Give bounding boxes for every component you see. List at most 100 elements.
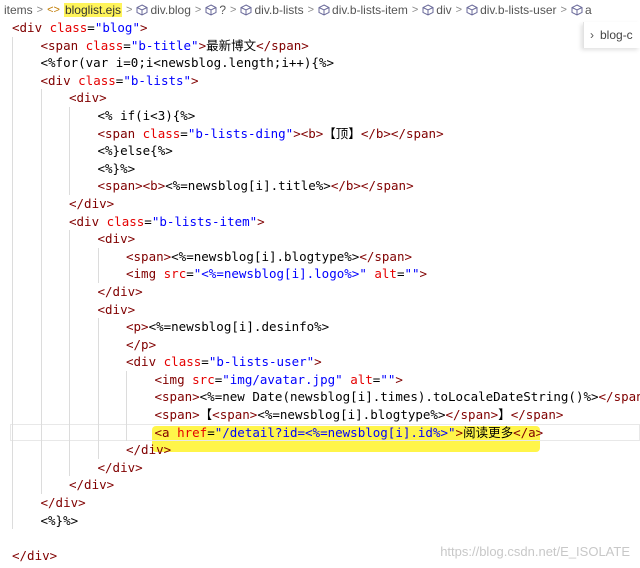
element-icon — [205, 3, 217, 16]
code-line[interactable]: <div class="b-lists-item"> — [0, 212, 640, 231]
indent-guide — [40, 177, 42, 195]
code-text: </p> — [126, 336, 156, 354]
code-token: <%=newsblog[i].blogtype%> — [257, 407, 446, 423]
code-line[interactable]: <%}else{%> — [0, 142, 640, 160]
indent-guide — [69, 265, 70, 283]
chevron-right-icon: > — [307, 3, 315, 16]
code-line[interactable]: <img src="<%=newsblog[i].logo%>" alt=""> — [0, 265, 640, 283]
code-token: <div> — [97, 231, 136, 247]
indent-guide — [126, 388, 127, 407]
code-line[interactable]: <div> — [0, 89, 640, 107]
code-line[interactable]: <img src="img/avatar.jpg" alt=""> — [0, 370, 640, 389]
indent-guide — [12, 318, 13, 336]
indent-guide — [40, 388, 42, 407]
code-line[interactable]: <span>【<span><%=newsblog[i].blogtype%></… — [0, 406, 640, 424]
code-line[interactable]: <span class="b-lists-ding"><b>【顶】</b></s… — [0, 124, 640, 143]
code-token: <%=newsblog[i].blogtype%> — [171, 248, 360, 264]
code-token: </span> — [598, 389, 640, 405]
code-line[interactable]: </div> — [0, 494, 640, 512]
element-icon — [571, 3, 583, 16]
indent-guide — [40, 476, 42, 495]
indent-guide — [12, 89, 13, 107]
code-text: <img src="img/avatar.jpg" alt=""> — [155, 371, 403, 389]
watermark: https://blog.csdn.net/E_ISOLATE — [440, 544, 630, 559]
code-line[interactable]: <span><b><%=newsblog[i].title%></b></spa… — [0, 177, 640, 195]
breadcrumb-item[interactable]: > div.b-lists-user — [452, 3, 557, 17]
code-text: </div> — [98, 459, 143, 477]
indent-guide — [40, 89, 42, 107]
breadcrumb-label: div.b-lists-user — [480, 2, 557, 17]
code-token: <b> — [300, 125, 324, 141]
indent-guide — [40, 406, 42, 424]
code-token: </div> — [12, 547, 58, 563]
code-line[interactable]: <div class="b-lists-user"> — [0, 353, 640, 371]
breadcrumb-item[interactable]: > div — [408, 3, 452, 17]
breadcrumb-label: ? — [219, 2, 227, 17]
code-line[interactable]: <p><%=newsblog[i].desinfo%> — [0, 318, 640, 336]
code-token: </span> — [256, 37, 309, 53]
code-editor[interactable]: <div class="blog"> <span class="b-title">… — [0, 19, 640, 564]
breadcrumb-item[interactable]: > <> bloglist.ejs — [33, 2, 122, 17]
code-line[interactable]: </p> — [0, 335, 640, 354]
breadcrumb-item[interactable]: > a — [557, 3, 592, 17]
chevron-right-icon: > — [194, 3, 202, 16]
indent-guide — [126, 423, 127, 442]
code-line[interactable]: <div class="blog"> — [0, 19, 640, 37]
code-text: <span class="b-title">最新博文</span> — [41, 37, 309, 55]
indent-guide — [12, 441, 13, 459]
code-line[interactable]: <% if(i<3){%> — [0, 106, 640, 125]
code-line[interactable]: </div> — [0, 194, 640, 213]
breadcrumb-item[interactable]: > div.b-lists-item — [304, 3, 408, 17]
indent-guide — [12, 511, 13, 530]
code-token: 最新博文 — [206, 37, 257, 53]
code-text: </div> — [41, 494, 86, 512]
breadcrumb-item[interactable]: >? — [191, 3, 226, 17]
code-line[interactable]: <div class="b-lists"> — [0, 71, 640, 90]
indent-guide — [69, 423, 70, 442]
code-token: <% if(i<3){%> — [97, 107, 196, 123]
code-line[interactable]: <%for(var i=0;i<newsblog.length;i++){%> — [0, 54, 640, 72]
code-line[interactable]: <%}%> — [0, 159, 640, 178]
code-line[interactable]: <span><%=new Date(newsblog[i].times).toL… — [0, 388, 640, 407]
code-token: <span — [97, 125, 143, 141]
chevron-right-icon: > — [230, 3, 237, 16]
code-line[interactable]: <a href="/detail?id=<%=newsblog[i].id%>"… — [0, 423, 640, 442]
indent-guide — [69, 353, 70, 371]
code-token: = — [144, 213, 152, 229]
code-line[interactable]: </div> — [0, 441, 640, 459]
indent-guide — [69, 441, 70, 459]
code-token: "<%=newsblog[i].logo%>" — [193, 266, 367, 282]
code-line[interactable]: </div> — [0, 458, 640, 477]
indent-guide — [69, 159, 70, 178]
code-text: <a href="/detail?id=<%=newsblog[i].id%>"… — [155, 424, 544, 442]
code-line[interactable]: </div> — [0, 282, 640, 301]
code-token: > — [257, 213, 265, 229]
indent-guide — [12, 282, 13, 301]
code-line[interactable]: <div> — [0, 300, 640, 319]
indent-guide — [97, 318, 99, 336]
breadcrumb-item[interactable]: > div.blog — [122, 3, 191, 17]
code-token: class — [163, 354, 202, 370]
indent-guide — [12, 353, 13, 371]
code-text: <p><%=newsblog[i].desinfo%> — [126, 318, 329, 336]
code-token: > — [455, 424, 464, 440]
code-text: <%}%> — [41, 512, 79, 530]
code-token: "img/avatar.jpg" — [222, 371, 343, 387]
code-line[interactable]: <span><%=newsblog[i].blogtype%></span> — [0, 247, 640, 266]
code-line[interactable]: </div> — [0, 476, 640, 495]
code-token: = — [186, 266, 194, 282]
breadcrumb-item[interactable]: > div.b-lists — [226, 3, 304, 17]
code-line[interactable]: <%}%> — [0, 511, 640, 530]
indent-guide — [40, 247, 42, 266]
code-token: <span> — [154, 389, 200, 405]
code-token: src — [192, 371, 215, 387]
breadcrumb-item[interactable]: items — [4, 3, 33, 17]
code-line[interactable]: <div> — [0, 230, 640, 248]
indent-guide — [12, 300, 13, 319]
code-token: </b></span> — [330, 178, 414, 194]
code-line[interactable]: <span class="b-title">最新博文</span> — [0, 36, 640, 55]
indent-guide — [69, 335, 70, 354]
code-text: <span><%=newsblog[i].blogtype%></span> — [126, 248, 412, 266]
indent-guide — [97, 335, 99, 354]
indent-guide — [97, 423, 99, 442]
